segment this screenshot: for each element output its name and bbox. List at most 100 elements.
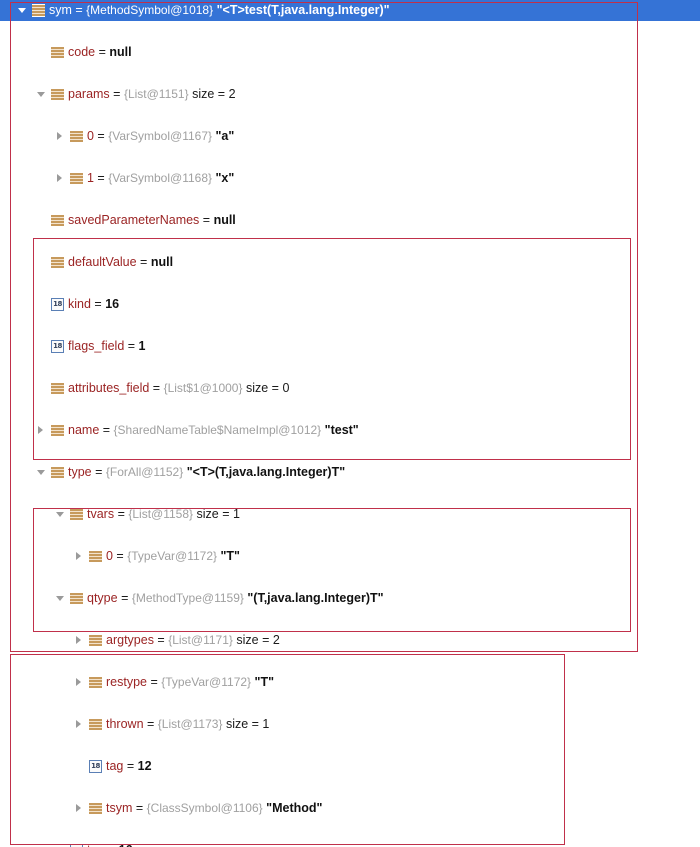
- equals-sign: =: [112, 549, 128, 563]
- tree-row[interactable]: restype = {TypeVar@1172} "T": [0, 672, 700, 693]
- field-name: params: [68, 87, 110, 101]
- field-name: attributes_field: [68, 381, 150, 395]
- primitive-value-icon: 18: [51, 340, 64, 353]
- collection-size: size = 2: [236, 633, 280, 647]
- tree-row-label: params = {List@1151} size = 2: [68, 84, 236, 105]
- object-field-icon: [51, 46, 64, 59]
- tree-row[interactable]: 0 = {TypeVar@1172} "T": [0, 546, 700, 567]
- object-field-icon: [70, 172, 83, 185]
- tree-row[interactable]: tsym = {ClassSymbol@1106} "Method": [0, 798, 700, 819]
- chevron-right-icon[interactable]: [54, 126, 67, 147]
- tree-row[interactable]: sym = {MethodSymbol@1018} "<T>test(T,jav…: [0, 0, 700, 21]
- field-value: null: [213, 213, 236, 227]
- tree-row-label: kind = 16: [68, 294, 119, 315]
- chevron-right-icon[interactable]: [35, 420, 48, 441]
- tree-row-label: qtype = {MethodType@1159} "(T,java.lang.…: [87, 588, 384, 609]
- object-field-icon: [70, 130, 83, 143]
- field-value: "<T>(T,java.lang.Integer)T": [186, 465, 346, 479]
- tree-row[interactable]: qtype = {MethodType@1159} "(T,java.lang.…: [0, 588, 700, 609]
- chevron-right-icon[interactable]: [54, 168, 67, 189]
- object-field-icon: [51, 424, 64, 437]
- field-value: 16: [119, 843, 133, 847]
- tree-row[interactable]: attributes_field = {List$1@1000} size = …: [0, 378, 700, 399]
- tree-row-label: flags_field = 1: [68, 336, 146, 357]
- tree-row[interactable]: 1 = {VarSymbol@1168} "x": [0, 168, 700, 189]
- object-reference: {List$1@1000}: [163, 381, 243, 395]
- collection-size: size = 2: [192, 87, 236, 101]
- object-reference: {MethodType@1159}: [131, 591, 244, 605]
- tree-row[interactable]: code = null: [0, 42, 700, 63]
- object-reference: {List@1151}: [123, 87, 189, 101]
- equals-sign: =: [123, 759, 138, 773]
- equals-sign: =: [71, 3, 87, 17]
- tree-row[interactable]: savedParameterNames = null: [0, 210, 700, 231]
- tree-row-label: attributes_field = {List$1@1000} size = …: [68, 378, 289, 399]
- field-name: savedParameterNames: [68, 213, 200, 227]
- tree-row-label: savedParameterNames = null: [68, 210, 236, 231]
- object-reference: {ClassSymbol@1106}: [146, 801, 263, 815]
- tree-row[interactable]: defaultValue = null: [0, 252, 700, 273]
- field-name: tvars: [87, 507, 115, 521]
- tree-row[interactable]: 18tag = 16: [0, 840, 700, 847]
- chevron-down-icon[interactable]: [35, 84, 48, 105]
- tree-row[interactable]: type = {ForAll@1152} "<T>(T,java.lang.In…: [0, 462, 700, 483]
- object-field-icon: [51, 256, 64, 269]
- chevron-right-icon[interactable]: [73, 546, 86, 567]
- tree-row[interactable]: name = {SharedNameTable$NameImpl@1012} "…: [0, 420, 700, 441]
- object-field-icon: [70, 592, 83, 605]
- equals-sign: =: [149, 381, 164, 395]
- tree-row[interactable]: argtypes = {List@1171} size = 2: [0, 630, 700, 651]
- object-reference: {List@1173}: [157, 717, 223, 731]
- tree-row-label: sym = {MethodSymbol@1018} "<T>test(T,jav…: [49, 0, 390, 21]
- object-reference: {VarSymbol@1168}: [108, 171, 213, 185]
- collection-size: size = 1: [225, 717, 270, 731]
- equals-sign: =: [136, 255, 151, 269]
- chevron-down-icon[interactable]: [54, 588, 67, 609]
- tree-row[interactable]: tvars = {List@1158} size = 1: [0, 504, 700, 525]
- field-value: "test": [324, 423, 359, 437]
- chevron-down-icon[interactable]: [35, 462, 48, 483]
- field-name: tsym: [106, 801, 133, 815]
- tree-row[interactable]: thrown = {List@1173} size = 1: [0, 714, 700, 735]
- object-field-icon: [70, 508, 83, 521]
- field-value: "x": [215, 171, 235, 185]
- tree-row-label: type = {ForAll@1152} "<T>(T,java.lang.In…: [68, 462, 345, 483]
- object-reference: {ForAll@1152}: [105, 465, 184, 479]
- equals-sign: =: [104, 843, 118, 847]
- tree-row[interactable]: 18 tag = 12: [0, 756, 700, 777]
- tree-row-label: argtypes = {List@1171} size = 2: [106, 630, 280, 651]
- field-name: kind: [68, 297, 91, 311]
- object-reference: {TypeVar@1172}: [161, 675, 252, 689]
- object-reference: {VarSymbol@1167}: [108, 129, 213, 143]
- field-value: 16: [105, 297, 120, 311]
- object-field-icon: [51, 382, 64, 395]
- equals-sign: =: [90, 297, 106, 311]
- chevron-down-icon[interactable]: [16, 0, 29, 21]
- field-name: code: [68, 45, 96, 59]
- object-field-icon: [89, 718, 102, 731]
- chevron-right-icon[interactable]: [73, 714, 86, 735]
- field-value: "<T>test(T,java.lang.Integer)": [216, 3, 390, 17]
- field-name: 1: [87, 171, 94, 185]
- variables-tree-panel[interactable]: sym = {MethodSymbol@1018} "<T>test(T,jav…: [0, 0, 700, 847]
- tree-row[interactable]: 18 kind = 16: [0, 294, 700, 315]
- field-name: name: [68, 423, 100, 437]
- chevron-down-icon[interactable]: [54, 504, 67, 525]
- collection-size: size = 0: [245, 381, 290, 395]
- tree-row[interactable]: params = {List@1151} size = 2: [0, 84, 700, 105]
- tree-row[interactable]: 0 = {VarSymbol@1167} "a": [0, 126, 700, 147]
- tree-row-label: tag = 12: [106, 756, 152, 777]
- tree-row-label: code = null: [68, 42, 132, 63]
- chevron-right-icon[interactable]: [73, 672, 86, 693]
- tree-row[interactable]: 18 flags_field = 1: [0, 336, 700, 357]
- collection-size: size = 1: [196, 507, 240, 521]
- equals-sign: =: [114, 507, 129, 521]
- chevron-right-icon[interactable]: [73, 630, 86, 651]
- chevron-right-icon[interactable]: [73, 798, 86, 819]
- equals-sign: =: [93, 129, 109, 143]
- equals-sign: =: [153, 633, 169, 647]
- object-field-icon: [51, 214, 64, 227]
- field-value: "T": [220, 549, 241, 563]
- tree-rows-container[interactable]: sym = {MethodSymbol@1018} "<T>test(T,jav…: [0, 0, 700, 847]
- object-reference: {MethodSymbol@1018}: [86, 3, 214, 17]
